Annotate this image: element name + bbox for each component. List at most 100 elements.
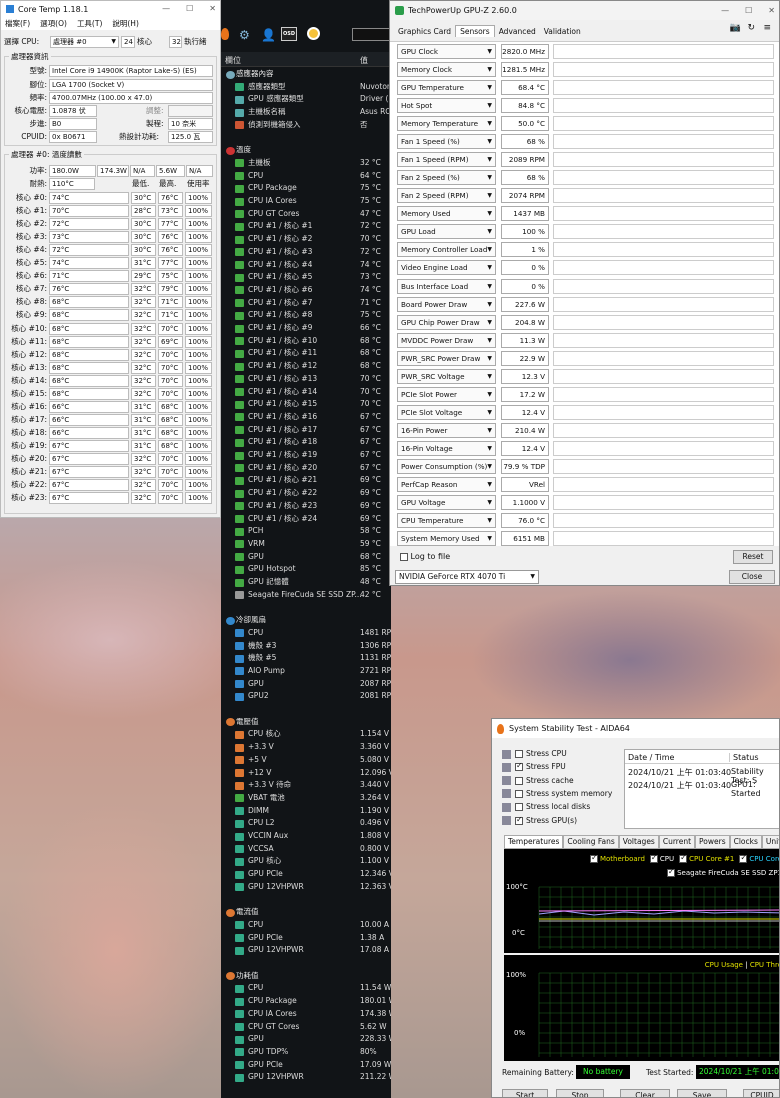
sensor-name[interactable]: 16-Pin Voltage ▼ (397, 440, 496, 456)
sensor-row[interactable]: CPU 64 °C (221, 170, 391, 183)
tab-validation[interactable]: Validation (540, 26, 585, 37)
stress-option[interactable]: Stress FPU (502, 761, 566, 772)
sensor-name[interactable]: Hot Spot ▼ (397, 98, 496, 114)
sensor-row[interactable]: CPU #1 / 核心 #19 67 °C (221, 449, 391, 462)
menu-item[interactable]: 檔案(F) (5, 18, 30, 29)
sensor-row[interactable]: CPU IA Cores 75 °C (221, 195, 391, 208)
sensor-row[interactable]: CPU #1 / 核心 #14 70 °C (221, 386, 391, 399)
sensor-row[interactable]: 偵測到機箱侵入 否 (221, 119, 391, 132)
sensor-row[interactable]: 主機板名稱 Asus RO (221, 106, 391, 119)
sensor-row[interactable]: CPU #1 / 核心 #11 68 °C (221, 347, 391, 360)
sensor-row[interactable]: +12 V 12.096 V (221, 767, 391, 780)
sensor-name[interactable]: Video Engine Load ▼ (397, 260, 496, 276)
sensor-row[interactable]: GPU 感應器類型 Driver ( (221, 93, 391, 106)
sensor-name[interactable]: Power Consumption (%) ▼ (397, 458, 496, 474)
sensor-row[interactable]: CPU 10.00 A (221, 919, 391, 932)
stress-option[interactable]: Stress cache (502, 776, 574, 786)
stress-checkbox[interactable] (515, 776, 523, 785)
sensor-name[interactable]: PWR_SRC Power Draw ▼ (397, 350, 496, 366)
sensor-row[interactable]: CPU IA Cores 174.38 W (221, 1008, 391, 1021)
sensor-row[interactable]: GPU 12VHPWR 12.363 V (221, 881, 391, 894)
tab-unifie[interactable]: Unifie (761, 835, 779, 849)
sensor-row[interactable]: CPU 核心 1.154 V (221, 728, 391, 741)
sensor-row[interactable]: CPU #1 / 核心 #6 74 °C (221, 284, 391, 297)
stress-option[interactable]: Stress system memory (502, 789, 612, 799)
maximize-icon[interactable]: ☐ (745, 6, 752, 15)
sensor-row[interactable]: GPU TDP% 80% (221, 1046, 391, 1059)
sensor-name[interactable]: Board Power Draw ▼ (397, 296, 496, 312)
menu-icon[interactable]: ≡ (763, 23, 771, 33)
sensor-name[interactable]: Bus Interface Load ▼ (397, 278, 496, 294)
maximize-icon[interactable]: ☐ (186, 4, 193, 13)
tab-advanced[interactable]: Advanced (495, 26, 540, 37)
sensor-section[interactable]: 感應器內容 (221, 68, 391, 81)
sensor-row[interactable]: CPU #1 / 核心 #9 66 °C (221, 322, 391, 335)
sensor-row[interactable]: 感應器類型 Nuvoton (221, 81, 391, 94)
log-col-date[interactable]: Date / Time (628, 753, 674, 762)
sensor-row[interactable]: CPU #1 / 核心 #7 71 °C (221, 297, 391, 310)
camera-icon[interactable]: 📷 (730, 23, 741, 33)
sensor-name[interactable]: GPU Voltage ▼ (397, 495, 496, 510)
sensor-section[interactable]: 溫度 (221, 144, 391, 157)
sensor-name[interactable]: Memory Temperature ▼ (397, 116, 496, 132)
cpu-select[interactable]: 處理器 #0 ▼ (50, 36, 119, 48)
tab-voltages[interactable]: Voltages (618, 835, 659, 849)
sensor-row[interactable]: +5 V 5.080 V (221, 754, 391, 767)
sensor-name[interactable]: Memory Controller Load ▼ (397, 242, 496, 258)
sensor-row[interactable]: GPU PCIe 17.09 W (221, 1059, 391, 1072)
sensor-name[interactable]: GPU Temperature ▼ (397, 80, 496, 96)
sensor-row[interactable]: CPU #1 / 核心 #23 69 °C (221, 500, 391, 513)
stop-button[interactable]: Stop (556, 1089, 604, 1097)
sensor-row[interactable]: CPU #1 / 核心 #13 70 °C (221, 373, 391, 386)
sensor-name[interactable]: Memory Used ▼ (397, 206, 496, 222)
sensor-row[interactable]: CPU Package 180.01 W (221, 995, 391, 1008)
sensor-row[interactable]: CPU Package 75 °C (221, 182, 391, 195)
sensor-row[interactable]: 機殼 #3 1306 RPM (221, 640, 391, 653)
close-icon[interactable]: ✕ (209, 4, 216, 13)
stress-checkbox[interactable] (515, 789, 523, 798)
sensor-row[interactable]: CPU #1 / 核心 #15 70 °C (221, 398, 391, 411)
sensor-row[interactable]: VCCSA 0.800 V (221, 843, 391, 856)
save-button[interactable]: Save (677, 1089, 727, 1097)
sensor-row[interactable]: CPU #1 / 核心 #12 68 °C (221, 360, 391, 373)
tab-current[interactable]: Current (658, 835, 696, 849)
sensor-row[interactable]: CPU #1 / 核心 #22 69 °C (221, 487, 391, 500)
sensor-row[interactable]: DIMM 1.190 V (221, 805, 391, 818)
sensor-row[interactable]: CPU #1 / 核心 #20 67 °C (221, 462, 391, 475)
search-input[interactable] (352, 28, 390, 41)
sensor-row[interactable]: GPU 12VHPWR 17.08 A (221, 944, 391, 957)
refresh-icon[interactable]: ↻ (747, 23, 755, 33)
sensor-name[interactable]: Fan 2 Speed (%) ▼ (397, 170, 496, 186)
sensor-name[interactable]: PerfCap Reason ▼ (397, 476, 496, 492)
gear-icon[interactable]: ⚙ (239, 28, 250, 42)
osd-icon[interactable]: OSD (281, 27, 297, 41)
sensor-name[interactable]: Memory Clock ▼ (397, 62, 496, 78)
tab-temperatures[interactable]: Temperatures (504, 835, 564, 849)
sensor-row[interactable]: Seagate FireCuda SE SSD ZP... 42 °C (221, 589, 391, 602)
sensor-row[interactable]: 主機板 32 °C (221, 157, 391, 170)
sensor-section[interactable]: 冷卻風扇 (221, 614, 391, 627)
sensor-row[interactable]: CPU #1 / 核心 #17 67 °C (221, 424, 391, 437)
cpuid-button[interactable]: CPUID (743, 1089, 779, 1097)
menu-item[interactable]: 工具(T) (77, 18, 102, 29)
reset-button[interactable]: Reset (733, 550, 773, 564)
clock-icon[interactable] (307, 27, 320, 40)
menu-item[interactable]: 說明(H) (112, 18, 139, 29)
sensor-row[interactable]: CPU #1 / 核心 #4 74 °C (221, 259, 391, 272)
sensor-row[interactable]: GPU 228.33 W (221, 1033, 391, 1046)
start-button[interactable]: Start (502, 1089, 548, 1097)
sensor-row[interactable]: +3.3 V 待命 3.440 V (221, 779, 391, 792)
minimize-icon[interactable]: — (162, 4, 170, 13)
tab-clocks[interactable]: Clocks (729, 835, 762, 849)
sensor-row[interactable]: CPU L2 0.496 V (221, 817, 391, 830)
stress-option[interactable]: Stress GPU(s) (502, 815, 577, 825)
sensor-name[interactable]: GPU Load ▼ (397, 224, 496, 240)
menu-item[interactable]: 選項(O) (40, 18, 67, 29)
sensor-row[interactable]: CPU #1 / 核心 #21 69 °C (221, 474, 391, 487)
sensor-row[interactable]: CPU 1481 RPM (221, 627, 391, 640)
sensor-row[interactable]: CPU #1 / 核心 #3 72 °C (221, 246, 391, 259)
sensor-row[interactable]: GPU 12VHPWR 211.22 W (221, 1071, 391, 1084)
sensor-row[interactable]: CPU GT Cores 5.62 W (221, 1021, 391, 1034)
sensor-row[interactable]: GPU PCIe 12.346 V (221, 868, 391, 881)
sensor-row[interactable]: +3.3 V 3.360 V (221, 741, 391, 754)
